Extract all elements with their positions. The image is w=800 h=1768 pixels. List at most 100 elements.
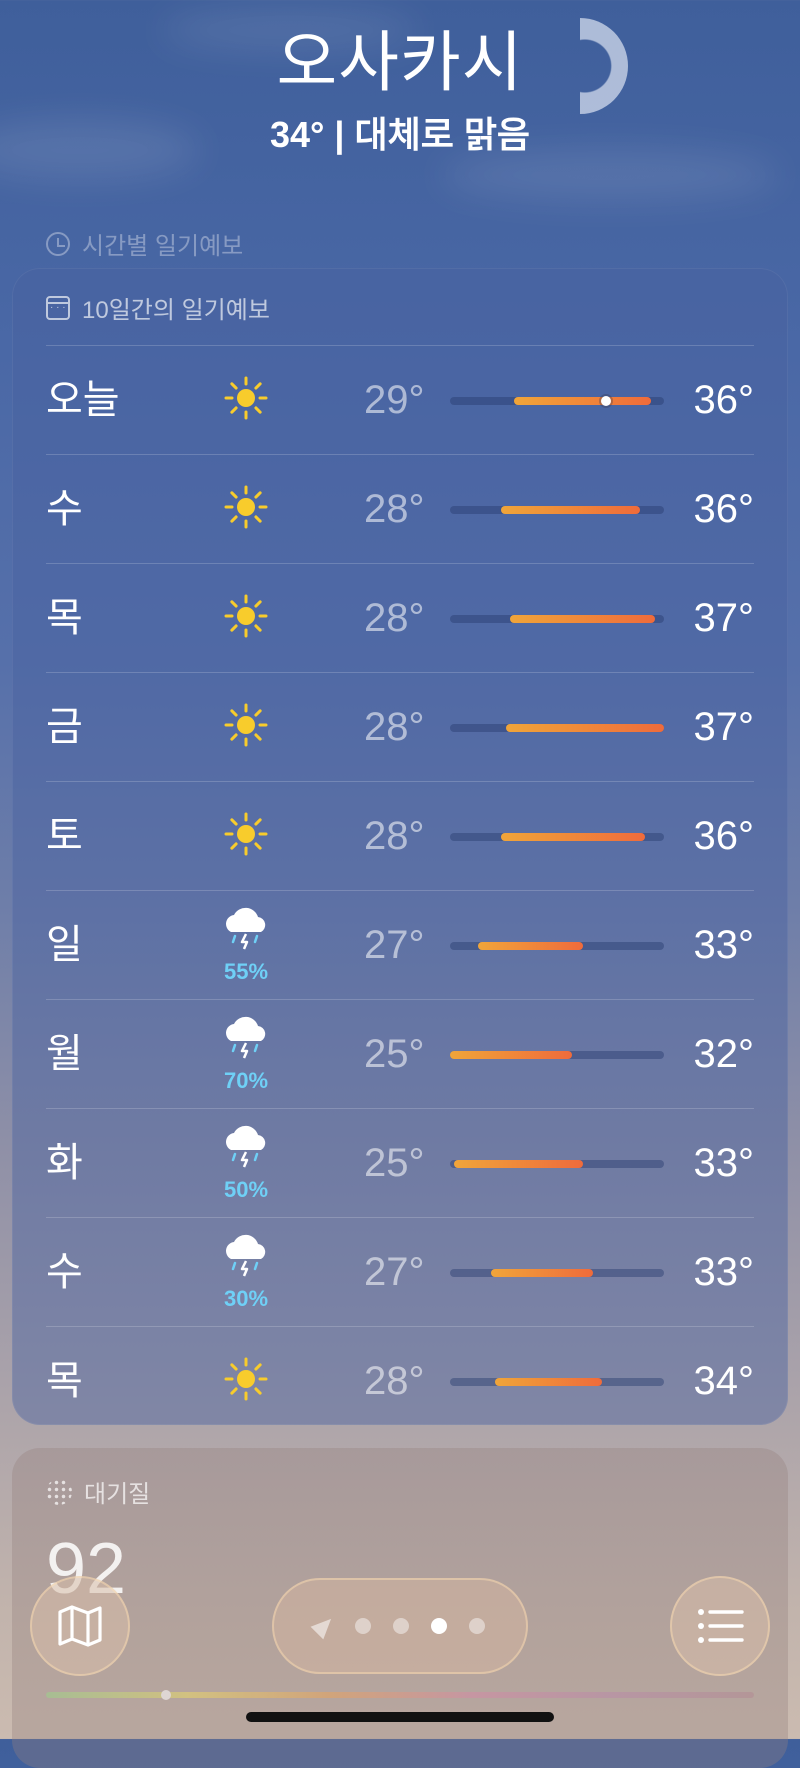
high-temp: 33° <box>693 923 755 967</box>
low-temp: 28° <box>364 814 425 858</box>
ten-day-forecast-title: 10일간의 일기예보 <box>82 297 270 324</box>
forecast-day: 금 <box>46 705 83 749</box>
low-temp: 28° <box>364 705 425 749</box>
page-indicator[interactable] <box>272 1578 528 1674</box>
weather-condition <box>214 1327 278 1435</box>
temp-range-bar <box>450 1160 664 1168</box>
temp-range-fill <box>494 1378 602 1386</box>
forecast-day: 일 <box>46 923 83 967</box>
forecast-day: 목 <box>46 596 83 640</box>
high-temp: 37° <box>693 596 755 640</box>
precipitation-chance: 50% <box>223 1176 269 1202</box>
low-temp: 27° <box>364 1250 425 1294</box>
air-quality-scale <box>46 1690 754 1700</box>
forecast-row[interactable]: 수 28° 36° <box>46 454 754 563</box>
calendar-icon <box>46 295 70 320</box>
high-temp: 36° <box>693 487 755 531</box>
air-quality-header: 대기질 <box>46 1474 150 1509</box>
weather-condition: 55% <box>214 891 278 999</box>
high-temp: 32° <box>693 1032 755 1076</box>
weather-condition: 70% <box>214 1000 278 1108</box>
forecast-row[interactable]: 오늘 29° 36° <box>46 345 754 454</box>
forecast-row[interactable]: 토 28° 36° <box>46 781 754 890</box>
temp-range-bar <box>450 1051 664 1059</box>
low-temp: 28° <box>364 1359 425 1403</box>
high-temp: 37° <box>693 705 755 749</box>
thunderstorm-icon <box>219 1015 273 1066</box>
low-temp: 28° <box>364 596 425 640</box>
forecast-row[interactable]: 금 28° 37° <box>46 672 754 781</box>
forecast-row[interactable]: 월 70% 25° 32° <box>46 999 754 1108</box>
high-temp: 36° <box>693 814 755 858</box>
temp-range-bar <box>450 942 664 950</box>
low-temp: 27° <box>364 923 425 967</box>
precipitation-chance: 55% <box>223 958 269 984</box>
temp-range-bar <box>450 724 664 732</box>
sun-icon <box>223 593 269 644</box>
weather-condition: 50% <box>214 1109 278 1217</box>
low-temp: 28° <box>364 487 425 531</box>
forecast-row[interactable]: 수 30% 27° 33° <box>46 1217 754 1326</box>
forecast-day: 월 <box>46 1032 83 1076</box>
high-temp: 33° <box>693 1141 755 1185</box>
location-list-button[interactable] <box>670 1576 770 1676</box>
thunderstorm-icon <box>219 1233 273 1284</box>
forecast-day: 수 <box>46 1250 83 1294</box>
city-name: 오사카시 <box>276 25 524 99</box>
sun-icon <box>223 702 269 753</box>
high-temp: 33° <box>693 1250 755 1294</box>
air-quality-icon <box>46 1478 72 1505</box>
sun-icon <box>223 375 269 426</box>
sun-icon <box>223 811 269 862</box>
page-dot[interactable] <box>355 1618 371 1634</box>
temp-range-fill <box>490 1269 594 1277</box>
temp-range-fill <box>454 1160 583 1168</box>
sun-icon <box>223 484 269 535</box>
temp-range-bar <box>450 506 664 514</box>
temp-range-fill <box>501 833 645 841</box>
map-icon <box>58 1605 102 1647</box>
page-dot[interactable] <box>393 1618 409 1634</box>
sun-icon <box>223 1356 269 1407</box>
list-icon <box>698 1609 744 1643</box>
high-temp: 34° <box>693 1359 755 1403</box>
temp-range-fill <box>477 942 583 950</box>
forecast-list: 오늘 29° 36° 수 28° 36° 목 28° 37° 금 28° 37° 토 28° 36° 일 55%… <box>46 345 754 1435</box>
weather-condition <box>214 346 278 454</box>
weather-condition <box>214 673 278 781</box>
temp-range-bar <box>450 1378 664 1386</box>
precipitation-chance: 30% <box>223 1285 269 1311</box>
home-indicator[interactable] <box>246 1712 554 1722</box>
hourly-forecast-header[interactable]: 시간별 일기예보 <box>46 226 243 261</box>
current-summary: 34° | 대체로 맑음 <box>269 114 531 155</box>
low-temp: 29° <box>364 378 425 422</box>
temp-range-fill <box>514 397 652 405</box>
forecast-row[interactable]: 일 55% 27° 33° <box>46 890 754 999</box>
thunderstorm-icon <box>219 1124 273 1175</box>
map-button[interactable] <box>30 1576 130 1676</box>
temp-range-bar <box>450 615 664 623</box>
temp-range-bar <box>450 833 664 841</box>
temp-range-bar <box>450 396 664 406</box>
temp-range-fill <box>501 506 641 514</box>
air-quality-title: 대기질 <box>84 1481 151 1508</box>
precipitation-chance: 70% <box>223 1067 269 1093</box>
temp-range-fill <box>509 615 656 623</box>
temp-range-fill <box>505 724 664 732</box>
location-arrow-icon <box>310 1612 338 1640</box>
forecast-day: 수 <box>46 487 83 531</box>
page-dot[interactable] <box>431 1618 447 1634</box>
weather-condition: 30% <box>214 1218 278 1326</box>
forecast-row[interactable]: 화 50% 25° 33° <box>46 1108 754 1217</box>
page-dot[interactable] <box>469 1618 485 1634</box>
temp-range-bar <box>450 1269 664 1277</box>
forecast-row[interactable]: 목 28° 34° <box>46 1326 754 1435</box>
forecast-day: 목 <box>46 1359 83 1403</box>
weather-condition <box>214 782 278 890</box>
thunderstorm-icon <box>219 906 273 957</box>
location-header: 오사카시 34° | 대체로 맑음 <box>0 20 800 158</box>
high-temp: 36° <box>693 378 755 422</box>
forecast-row[interactable]: 목 28° 37° <box>46 563 754 672</box>
weather-condition <box>214 455 278 563</box>
ten-day-forecast-header: 10일간의 일기예보 <box>46 290 270 325</box>
